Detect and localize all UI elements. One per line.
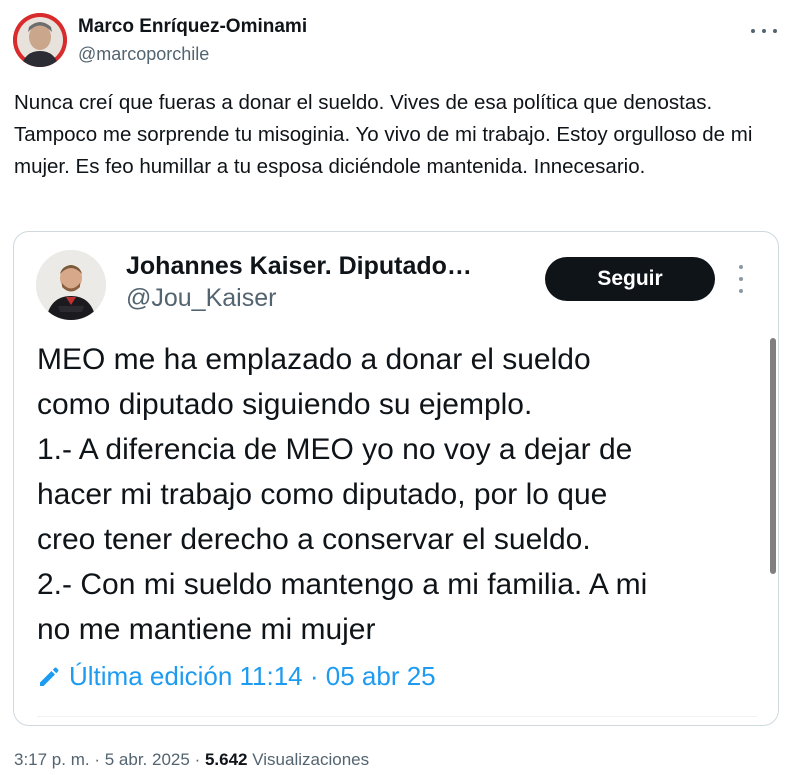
more-vertical-icon[interactable] <box>737 265 745 293</box>
quoted-author-avatar[interactable] <box>36 250 106 320</box>
quoted-tweet-card[interactable]: Johannes Kaiser. Diputado… @Jou_Kaiser S… <box>13 231 779 726</box>
quoted-author-name[interactable]: Johannes Kaiser. Diputado… <box>126 252 472 281</box>
tweet-text: Nunca creí que fueras a donar el sueldo.… <box>14 91 753 178</box>
author-avatar[interactable] <box>13 13 67 67</box>
views-count: 5.642 <box>204 750 248 769</box>
follow-button[interactable]: Seguir <box>545 257 715 301</box>
author-name[interactable]: Marco Enríquez-Ominami <box>78 16 307 38</box>
tweet-date[interactable]: 5 abr. 2025 <box>105 750 190 769</box>
tweet-meta: 3:17 p. m. · 5 abr. 2025 · 5.642 Visuali… <box>14 750 369 770</box>
meta-separator: · <box>94 750 101 769</box>
pencil-icon <box>40 666 59 686</box>
views-label: Visualizaciones <box>252 750 370 769</box>
meta-separator: · <box>194 750 201 769</box>
author-handle[interactable]: @marcoporchile <box>78 44 209 65</box>
edit-history-label: Última edición 11:14 · 05 abr 25 <box>69 661 436 691</box>
edit-history-link[interactable]: Última edición 11:14 · 05 abr 25 <box>37 661 436 692</box>
quoted-author-handle[interactable]: @Jou_Kaiser <box>126 284 276 313</box>
tweet-header: Marco Enríquez-Ominami @marcoporchile <box>13 13 783 69</box>
quoted-tweet-text: MEO me ha emplazado a donar el sueldo co… <box>37 343 648 646</box>
more-horizontal-icon[interactable] <box>751 21 777 41</box>
tweet-time[interactable]: 3:17 p. m. <box>14 750 90 769</box>
divider <box>37 716 757 717</box>
scrollbar[interactable] <box>770 338 776 574</box>
